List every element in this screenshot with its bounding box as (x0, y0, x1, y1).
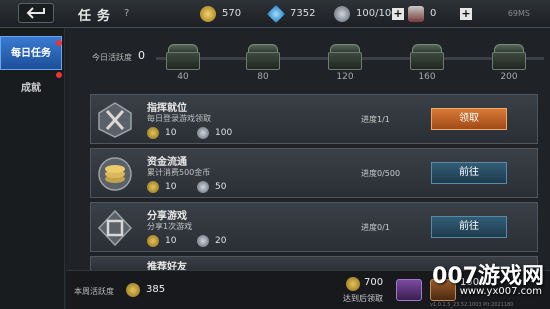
coin-stack-icon (98, 157, 132, 191)
reward-value: 10 (165, 236, 177, 246)
go-button[interactable]: 前往 (431, 162, 507, 184)
page-title: 任务 (78, 9, 117, 24)
activity-chest-200[interactable] (492, 44, 526, 70)
reward-value: 20 (215, 236, 227, 246)
reward-value: 50 (215, 182, 227, 192)
reward-value: 10 (165, 128, 177, 138)
silver-coin-icon (334, 6, 350, 22)
daily-activity-label: 今日活跃度 (92, 53, 132, 62)
task-desc: 每日登录游戏领取 (147, 114, 211, 123)
share-icon (97, 209, 133, 247)
weekly-threshold-value: 700 (364, 277, 384, 288)
gold-coin-icon (200, 6, 216, 22)
activity-chest-160[interactable] (410, 44, 444, 70)
other-resource: 0 (408, 6, 448, 22)
help-icon[interactable]: ? (124, 8, 129, 19)
milestone-label: 120 (336, 72, 354, 82)
other-value: 0 (430, 8, 437, 19)
task-progress: 进度0/500 (361, 169, 401, 178)
version-text: v1.0.1.5_23.52.1003 Plt:2021180 (430, 302, 514, 308)
task-name: 分享游戏 (147, 211, 187, 222)
stamina-resource: 100/100 (334, 6, 398, 22)
activity-point-icon (126, 283, 140, 297)
watermark-url: www.yx007.com (459, 286, 542, 297)
task-name: 指挥就位 (147, 103, 187, 114)
diamond-icon (266, 4, 286, 24)
notification-dot (56, 72, 62, 78)
sidebar: 每日任务 成就 (0, 28, 65, 309)
silver-coin-icon (197, 127, 209, 139)
diamond-resource: 7352 (266, 4, 338, 24)
weekly-activity-label: 本周活跃度 (74, 287, 114, 296)
task-row: 指挥就位 每日登录游戏领取 10 100 进度1/1 领取 (90, 94, 538, 144)
add-stamina-button[interactable]: + (392, 8, 404, 20)
notification-dot (56, 40, 62, 46)
reward-value: 10 (165, 182, 177, 192)
activity-chest-40[interactable] (166, 44, 200, 70)
activity-point-icon (147, 127, 159, 139)
milestone-label: 160 (418, 72, 436, 82)
back-arrow-icon (26, 7, 45, 19)
silver-coin-icon (197, 235, 209, 247)
weekly-activity-value: 385 (146, 284, 166, 295)
task-progress: 进度0/1 (361, 223, 390, 232)
task-desc: 分享1次游戏 (147, 222, 193, 231)
task-row: 分享游戏 分享1次游戏 10 20 进度0/1 前往 (90, 202, 538, 252)
claim-after-label: 达到后领取 (343, 294, 383, 303)
activity-point-icon (147, 181, 159, 193)
reward-value: 100 (215, 128, 233, 138)
go-button[interactable]: 前往 (431, 216, 507, 238)
crossed-weapons-icon (98, 102, 132, 138)
tab-daily-tasks[interactable]: 每日任务 (0, 36, 62, 70)
gold-value: 570 (222, 8, 242, 19)
add-other-button[interactable]: + (460, 8, 472, 20)
top-bar: 任务 ? 570 7352 100/100 + 0 + 69MS (0, 0, 550, 28)
weekly-chest-icon[interactable] (396, 279, 422, 301)
activity-point-icon (346, 277, 360, 291)
milestone-label: 200 (500, 72, 518, 82)
task-progress: 进度1/1 (361, 115, 390, 124)
activity-point-icon (147, 235, 159, 247)
activity-chest-80[interactable] (246, 44, 280, 70)
card-icon (408, 6, 424, 22)
gold-resource: 570 (200, 6, 260, 22)
tab-achievements[interactable]: 成就 (0, 72, 62, 106)
daily-activity-value: 0 (138, 49, 145, 62)
activity-chest-120[interactable] (328, 44, 362, 70)
diamond-value: 7352 (290, 8, 316, 19)
task-desc: 累计消费500金币 (147, 168, 211, 177)
milestone-label: 80 (257, 72, 269, 82)
task-row: 资金流通 累计消费500金币 10 50 进度0/500 前往 (90, 148, 538, 198)
milestone-label: 40 (177, 72, 189, 82)
claim-button[interactable]: 领取 (431, 108, 507, 130)
task-name: 资金流通 (147, 157, 187, 168)
ping-status: 69MS (507, 9, 530, 18)
silver-coin-icon (197, 181, 209, 193)
back-button[interactable] (18, 3, 54, 23)
